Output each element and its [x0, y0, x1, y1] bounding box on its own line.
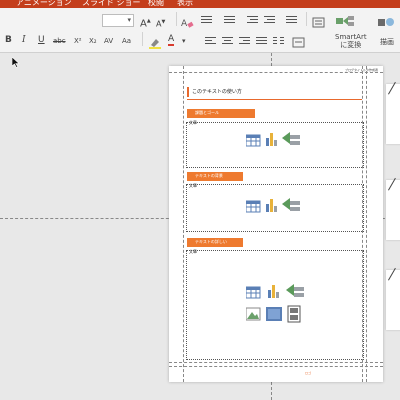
smartart-convert-icon[interactable]: [336, 13, 354, 27]
drawing-label[interactable]: 描画: [380, 37, 394, 47]
next-slide-thumbnail[interactable]: [386, 267, 400, 330]
menu-bar: アニメーション スライド ショー 校閲 表示: [0, 0, 400, 8]
ribbon-separator: [176, 12, 177, 26]
insert-icons-row: [245, 132, 302, 154]
chevron-down-icon[interactable]: ▾: [182, 36, 186, 46]
title-accent-bar: [187, 87, 189, 97]
subscript-button[interactable]: X₂: [89, 36, 97, 46]
font-size-select[interactable]: ▾: [102, 14, 134, 27]
horizontal-guide: [169, 72, 383, 73]
increase-indent-icon[interactable]: [264, 16, 275, 24]
menu-review[interactable]: 校閲: [148, 0, 164, 8]
align-text-icon[interactable]: [292, 34, 306, 48]
section-banner[interactable]: 課題とゴール: [187, 109, 255, 118]
smartart-icon: [286, 284, 304, 297]
menu-animations[interactable]: アニメーション: [16, 0, 72, 8]
chevron-down-icon: ▾: [127, 16, 131, 24]
section-banner[interactable]: テキストの詳しい: [187, 238, 243, 247]
underline-button[interactable]: U: [38, 35, 45, 45]
ribbon-separator: [306, 12, 307, 26]
svg-text:A: A: [181, 19, 188, 29]
change-case-button[interactable]: Aa: [122, 36, 131, 46]
slide-footer-text[interactable]: ロゴ: [305, 371, 311, 375]
clear-formatting-icon[interactable]: A: [180, 14, 194, 29]
insert-icons-row: [245, 198, 302, 220]
strikethrough-button[interactable]: abc: [53, 36, 66, 46]
section-banner[interactable]: テキストの背景: [187, 172, 243, 181]
ribbon: ▾ A▲ A▼ A B I U abc X² X₂ AV Aa A ▾ Smar…: [0, 8, 400, 53]
font-color-button[interactable]: A: [168, 35, 175, 46]
chart-icon: [266, 133, 277, 146]
slide-title[interactable]: このテキストの使い方: [192, 88, 242, 95]
next-slide-thumbnail[interactable]: [386, 81, 400, 144]
slide-header-text[interactable]: ブログタイトルや作成者: [345, 68, 378, 72]
character-spacing-button[interactable]: AV: [104, 36, 113, 46]
next-slide-thumbnail[interactable]: [386, 177, 400, 240]
italic-button[interactable]: I: [22, 35, 26, 45]
menu-view[interactable]: 表示: [177, 0, 193, 8]
chart-icon: [266, 199, 277, 212]
vertical-guide: [366, 66, 367, 382]
align-right-icon[interactable]: [239, 37, 250, 45]
smartart-icon: [282, 132, 300, 145]
insert-icons-grid: [245, 284, 306, 330]
vertical-guide: [183, 66, 184, 382]
bold-button[interactable]: B: [5, 35, 12, 45]
mouse-cursor-icon: [11, 53, 20, 68]
line-spacing-icon[interactable]: [286, 16, 297, 24]
video-icon: [287, 305, 301, 323]
columns-icon[interactable]: [273, 37, 284, 45]
horizontal-guide: [169, 362, 383, 363]
grow-font-button[interactable]: A▲: [140, 16, 151, 29]
table-icon: [245, 200, 261, 213]
slide-canvas[interactable]: ブログタイトルや作成者 このテキストの使い方 課題とゴール 文章 テキストの背景…: [169, 66, 383, 382]
highlight-icon[interactable]: [148, 34, 162, 49]
chart-icon: [268, 285, 279, 298]
drawing-shapes-icon[interactable]: [378, 14, 394, 28]
shrink-font-button[interactable]: A▼: [156, 17, 165, 30]
decrease-indent-icon[interactable]: [247, 16, 258, 24]
picture-icon: [245, 307, 261, 321]
align-center-icon[interactable]: [222, 37, 233, 45]
table-icon: [245, 134, 261, 147]
table-icon: [245, 286, 261, 299]
title-underline: [187, 99, 362, 100]
ribbon-separator: [142, 32, 143, 46]
align-left-icon[interactable]: [205, 37, 216, 45]
menu-slideshow[interactable]: スライド ショー: [82, 0, 141, 8]
text-direction-icon[interactable]: [312, 14, 326, 28]
bullets-icon[interactable]: [201, 16, 212, 24]
online-picture-icon: [266, 307, 282, 321]
numbering-icon[interactable]: [224, 16, 235, 24]
justify-icon[interactable]: [256, 37, 267, 45]
horizontal-guide: [169, 366, 383, 367]
smartart-label[interactable]: SmartArt に変換: [335, 33, 367, 49]
superscript-button[interactable]: X²: [74, 36, 82, 46]
smartart-icon: [282, 198, 300, 211]
